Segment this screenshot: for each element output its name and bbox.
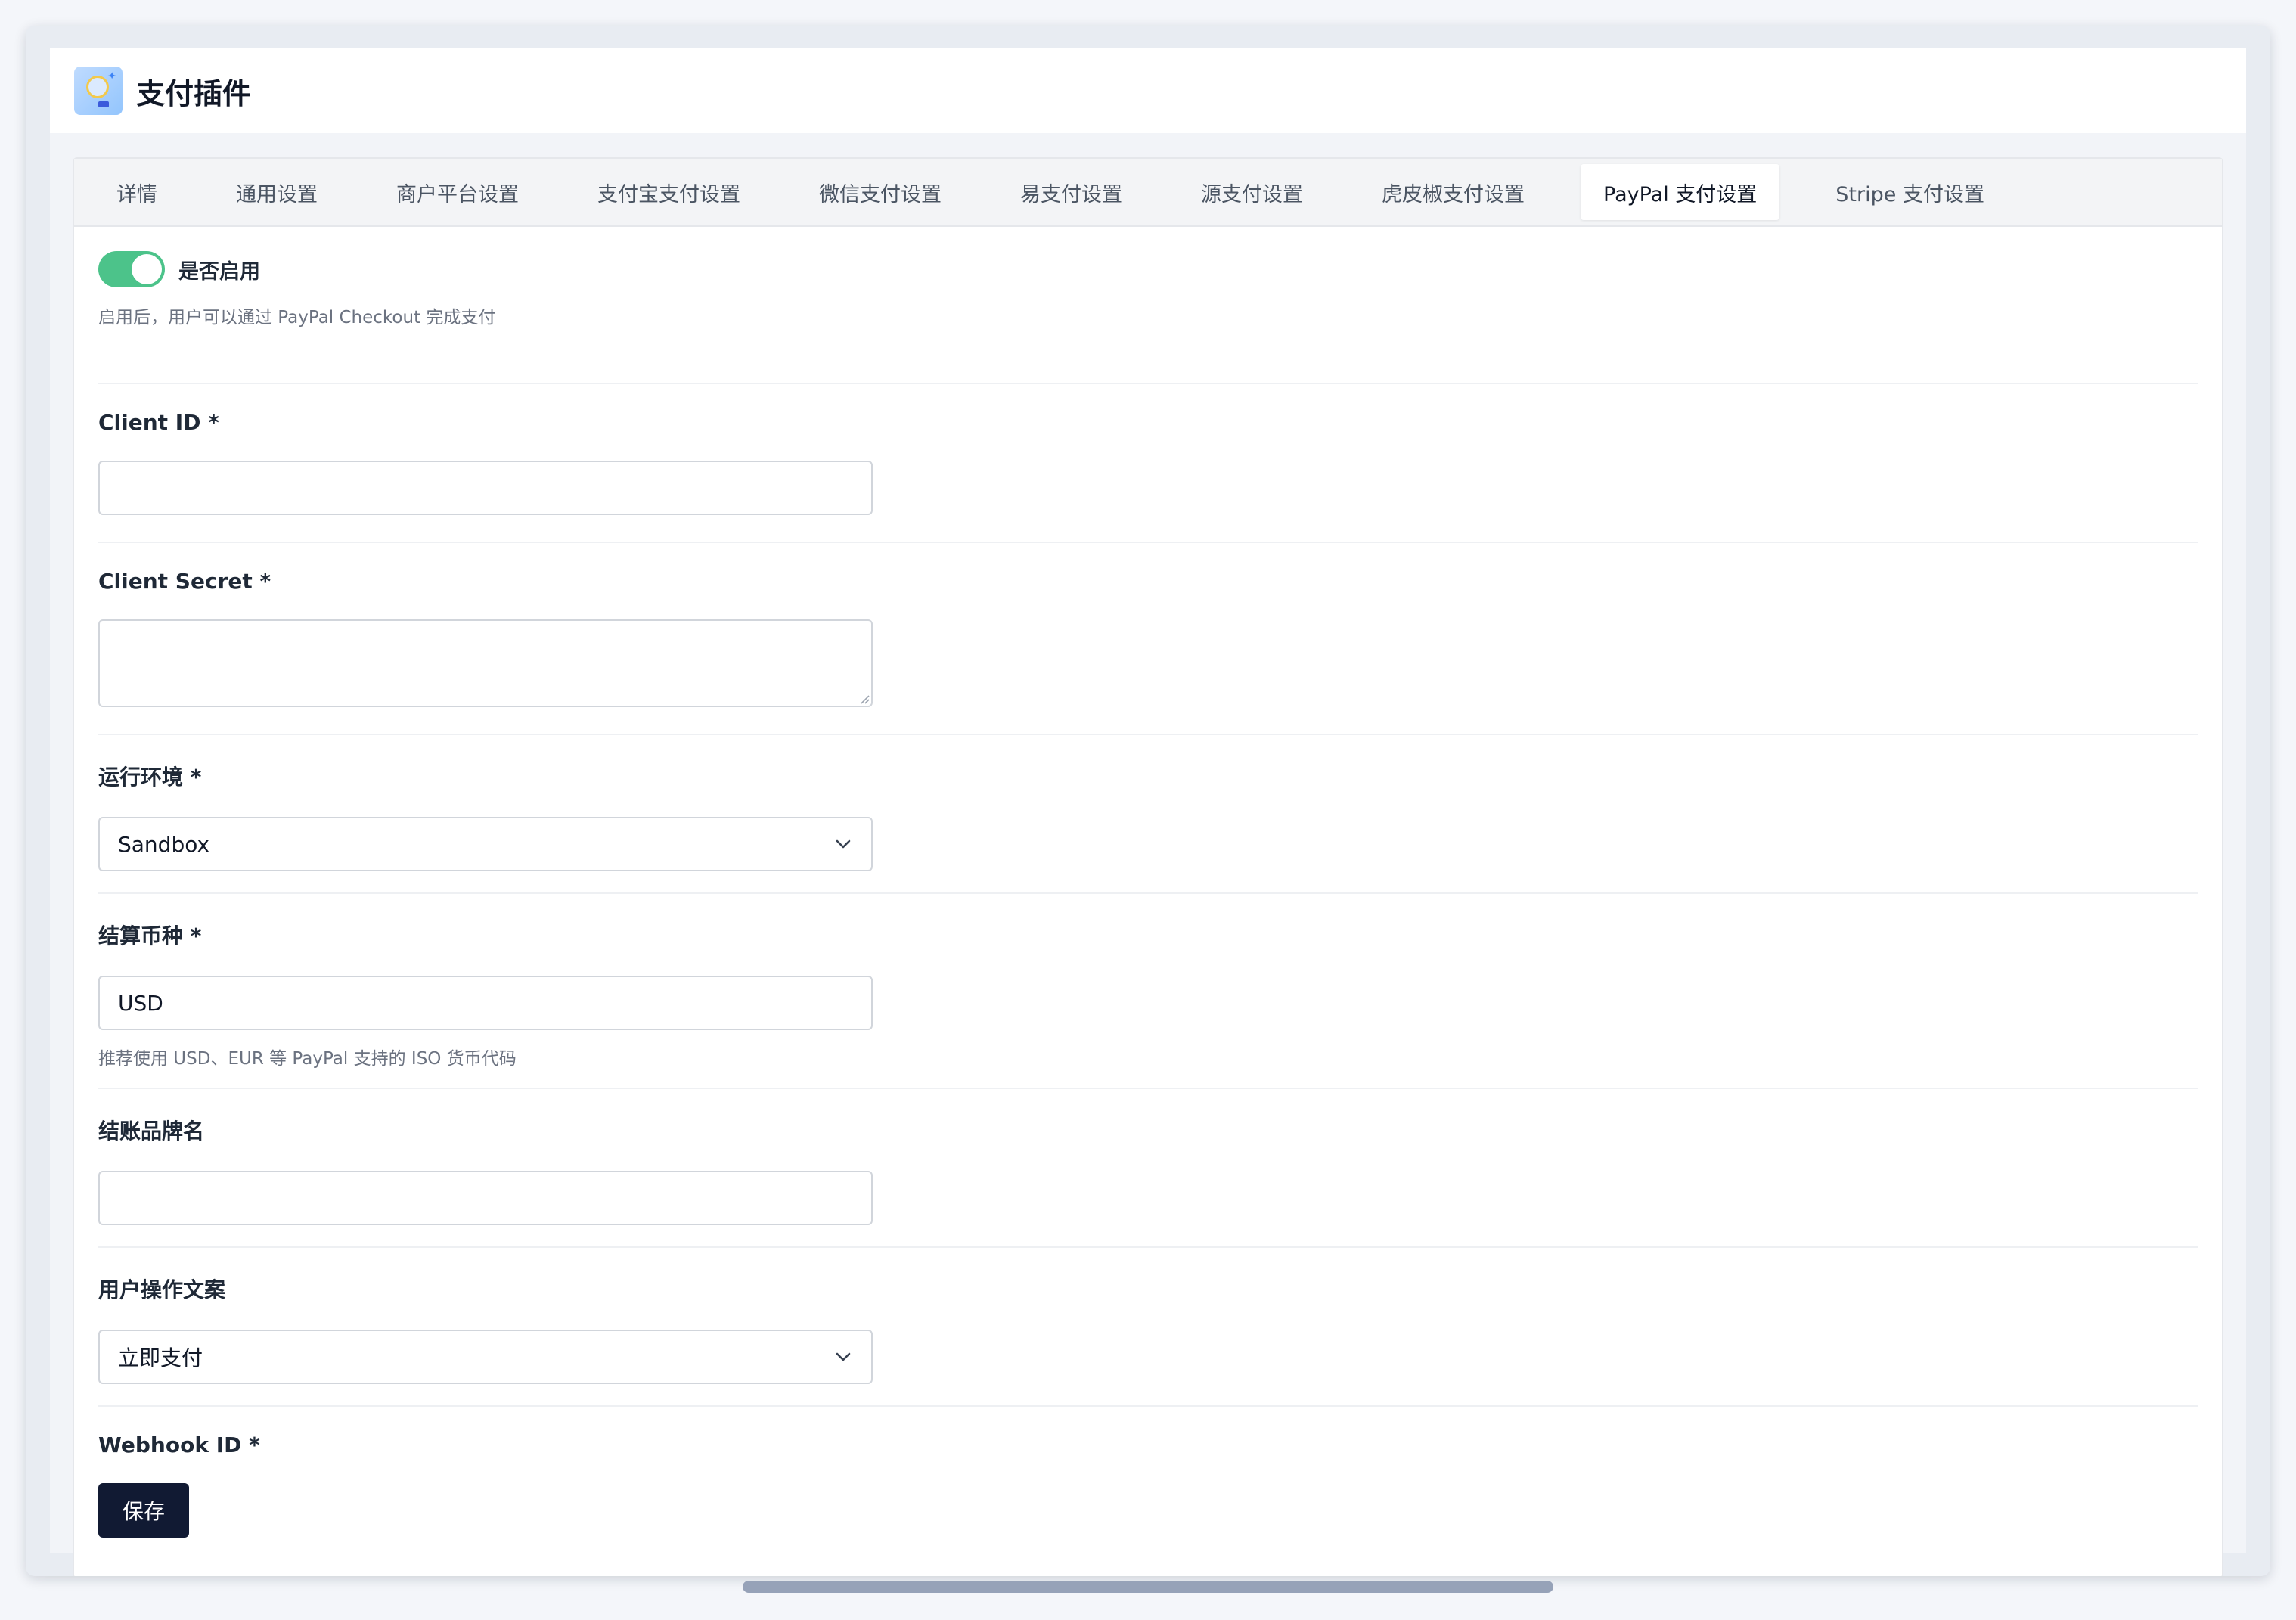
tab-merchant-platform-settings[interactable]: 商户平台设置 [374,164,541,220]
app-window: ✦ 支付插件 详情 通用设置 商户平台设置 支付宝支付设置 微信支付设置 易支付… [26,26,2270,1576]
currency-help-text: 推荐使用 USD、EUR 等 PayPal 支持的 ISO 货币代码 [98,1049,517,1069]
environment-label: 运行环境 * [98,765,202,790]
user-action-value: 立即支付 [118,1345,203,1370]
brand-name-label: 结账品牌名 [98,1119,205,1144]
client-id-section: Client ID * [98,384,2198,543]
tab-xunhupay-settings[interactable]: 虎皮椒支付设置 [1359,164,1547,220]
environment-section: 运行环境 * Sandbox [98,735,2198,894]
enable-toggle[interactable] [98,251,165,287]
page-header: ✦ 支付插件 [50,48,2246,133]
tab-details[interactable]: 详情 [94,164,180,220]
tab-bar: 详情 通用设置 商户平台设置 支付宝支付设置 微信支付设置 易支付设置 源支付设… [74,159,2222,227]
user-action-label: 用户操作文案 [98,1277,226,1302]
save-button[interactable]: 保存 [98,1483,189,1538]
client-secret-textarea[interactable] [98,619,873,707]
content-area: 详情 通用设置 商户平台设置 支付宝支付设置 微信支付设置 易支付设置 源支付设… [50,133,2246,1576]
page-title: 支付插件 [136,76,252,110]
webhook-section: Webhook ID * 保存 [98,1407,2198,1538]
enable-help-text: 启用后，用户可以通过 PayPal Checkout 完成支付 [98,308,496,327]
toggle-knob [132,254,162,284]
webhook-id-label: Webhook ID * [98,1432,260,1457]
brand-name-input[interactable] [98,1171,873,1225]
enable-label: 是否启用 [178,259,260,284]
currency-section: 结算币种 * USD 推荐使用 USD、EUR 等 PayPal 支持的 ISO… [98,894,2198,1089]
client-id-input[interactable] [98,461,873,515]
tab-general-settings[interactable]: 通用设置 [213,164,340,220]
settings-card: 详情 通用设置 商户平台设置 支付宝支付设置 微信支付设置 易支付设置 源支付设… [73,157,2223,1576]
resize-handle-icon[interactable] [858,692,870,704]
tab-epay-settings[interactable]: 易支付设置 [998,164,1145,220]
client-secret-section: Client Secret * [98,543,2198,735]
chevron-down-icon [836,839,851,849]
tab-alipay-settings[interactable]: 支付宝支付设置 [575,164,763,220]
tab-source-pay-settings[interactable]: 源支付设置 [1178,164,1326,220]
paypal-settings-form: 是否启用 启用后，用户可以通过 PayPal Checkout 完成支付 Cli… [74,227,2222,1538]
plugin-lightbulb-icon: ✦ [74,67,123,115]
tab-stripe-settings[interactable]: Stripe 支付设置 [1813,164,2007,220]
user-action-select[interactable]: 立即支付 [98,1330,873,1384]
currency-input[interactable]: USD [98,976,873,1030]
enable-section: 是否启用 启用后，用户可以通过 PayPal Checkout 完成支付 [98,250,2198,384]
tab-paypal-settings[interactable]: PayPal 支付设置 [1581,164,1780,220]
horizontal-scrollbar[interactable] [743,1581,1553,1593]
user-action-section: 用户操作文案 立即支付 [98,1248,2198,1407]
chevron-down-icon [836,1352,851,1361]
environment-select[interactable]: Sandbox [98,817,873,871]
plugin-panel: ✦ 支付插件 详情 通用设置 商户平台设置 支付宝支付设置 微信支付设置 易支付… [50,48,2246,1576]
client-id-label: Client ID * [98,410,219,435]
environment-value: Sandbox [118,831,210,857]
client-secret-label: Client Secret * [98,569,271,594]
tab-wechat-pay-settings[interactable]: 微信支付设置 [796,164,964,220]
brand-name-section: 结账品牌名 [98,1089,2198,1248]
currency-label: 结算币种 * [98,923,202,948]
